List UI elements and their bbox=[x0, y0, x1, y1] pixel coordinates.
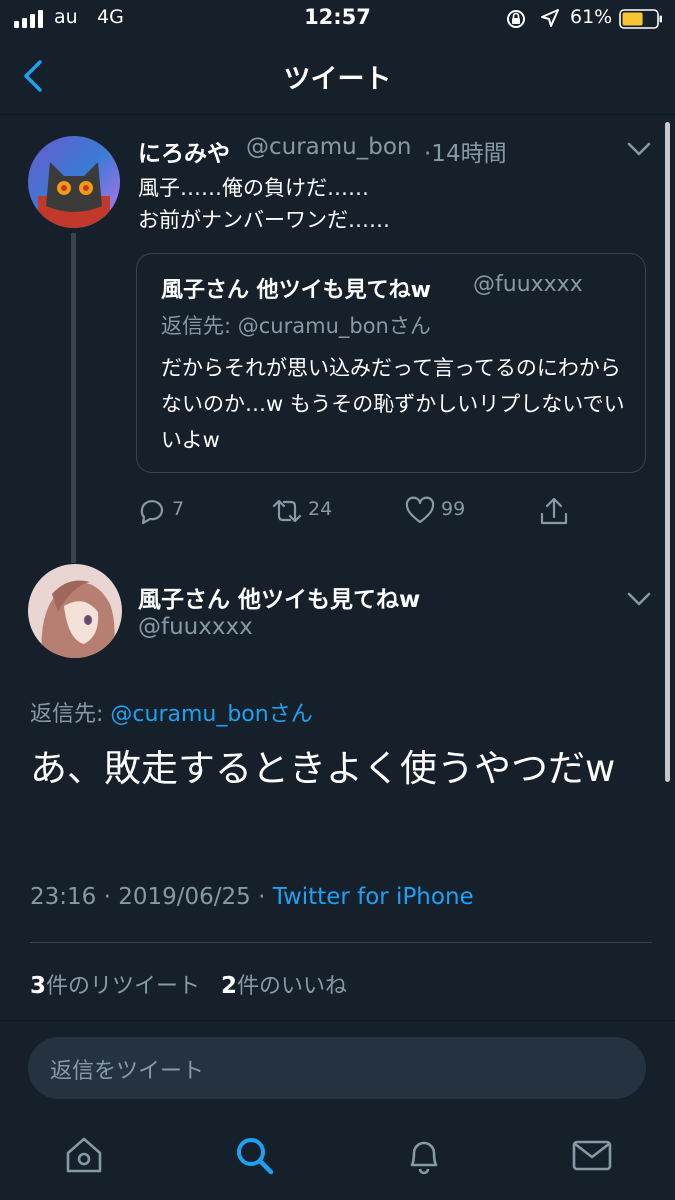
battery-percent: 61% bbox=[570, 6, 613, 28]
chevron-down-icon[interactable] bbox=[626, 590, 652, 608]
reply-button[interactable]: 7 bbox=[136, 494, 216, 528]
orientation-lock-icon bbox=[507, 10, 525, 28]
quoted-display-name: 風子さん 他ツイも見てねw bbox=[161, 278, 431, 303]
reply-to-prefix: 返信先: bbox=[30, 702, 111, 727]
tweet-text: 風子……俺の負けだ…… お前がナンバーワンだ…… bbox=[138, 176, 390, 232]
tweet-text: あ、敗走するときよく使うやつだw bbox=[30, 747, 616, 790]
status-bar: au 4G 12:57 61% bbox=[0, 0, 675, 40]
display-name[interactable]: 風子さん 他ツイも見てねw bbox=[138, 580, 420, 614]
location-icon bbox=[541, 9, 559, 27]
messages-icon[interactable] bbox=[570, 1133, 614, 1177]
reply-icon bbox=[140, 500, 164, 525]
avatar[interactable] bbox=[28, 564, 122, 658]
quoted-tweet[interactable]: 風子さん 他ツイも見てねw @fuuxxxx 返信先: @curamu_bonさ… bbox=[136, 253, 646, 473]
tweet-stats: 3件のリツイート 2件のいいね bbox=[30, 968, 347, 1000]
share-button[interactable] bbox=[538, 494, 572, 528]
retweet-icon bbox=[272, 499, 302, 523]
header: ツイート bbox=[0, 40, 675, 115]
avatar[interactable] bbox=[28, 136, 120, 228]
home-icon[interactable] bbox=[62, 1133, 106, 1177]
search-icon[interactable] bbox=[232, 1133, 276, 1177]
heart-icon bbox=[405, 496, 435, 524]
reply-composer: 返信をツイート bbox=[0, 1020, 675, 1115]
tweet-timestamp: 23:16 · 2019/06/25 · bbox=[30, 884, 273, 910]
notifications-icon[interactable] bbox=[402, 1133, 446, 1177]
tweet-source-link[interactable]: Twitter for iPhone bbox=[273, 884, 474, 910]
retweet-count: 24 bbox=[308, 498, 333, 520]
reply-input[interactable]: 返信をツイート bbox=[28, 1037, 646, 1099]
page-title: ツイート bbox=[283, 64, 392, 95]
retweets-stat[interactable]: 3件のリツイート bbox=[30, 973, 200, 999]
like-button[interactable]: 99 bbox=[405, 494, 485, 528]
likes-stat[interactable]: 2件のいいね bbox=[221, 973, 347, 999]
share-icon bbox=[540, 497, 568, 525]
scrollbar[interactable] bbox=[665, 122, 670, 782]
reply-to-user-link[interactable]: @curamu_bonさん bbox=[110, 702, 312, 727]
user-handle[interactable]: @curamu_bon bbox=[246, 134, 412, 160]
chevron-down-icon[interactable] bbox=[626, 140, 652, 158]
like-count: 99 bbox=[441, 498, 466, 520]
tweet-meta: 23:16 · 2019/06/25 · Twitter for iPhone bbox=[30, 884, 474, 910]
quoted-reply-to: 返信先: @curamu_bonさん bbox=[161, 314, 431, 338]
thread-line bbox=[71, 233, 76, 563]
reply-placeholder: 返信をツイート bbox=[50, 1059, 205, 1084]
divider bbox=[30, 942, 652, 943]
display-name[interactable]: にろみや bbox=[138, 134, 230, 168]
battery-icon bbox=[619, 9, 662, 29]
user-handle[interactable]: @fuuxxxx bbox=[138, 614, 253, 640]
quoted-handle: @fuuxxxx bbox=[473, 272, 583, 297]
reply-count: 7 bbox=[172, 498, 185, 520]
tweet-time: ·14時間 bbox=[424, 141, 507, 167]
reply-to-line: 返信先: @curamu_bonさん bbox=[30, 696, 313, 728]
retweet-button[interactable]: 24 bbox=[270, 494, 350, 528]
quoted-text: だからそれが思い込みだって言ってるのにわからないのか…w もうその恥ずかしいリプ… bbox=[161, 356, 625, 452]
tab-bar bbox=[0, 1115, 675, 1200]
